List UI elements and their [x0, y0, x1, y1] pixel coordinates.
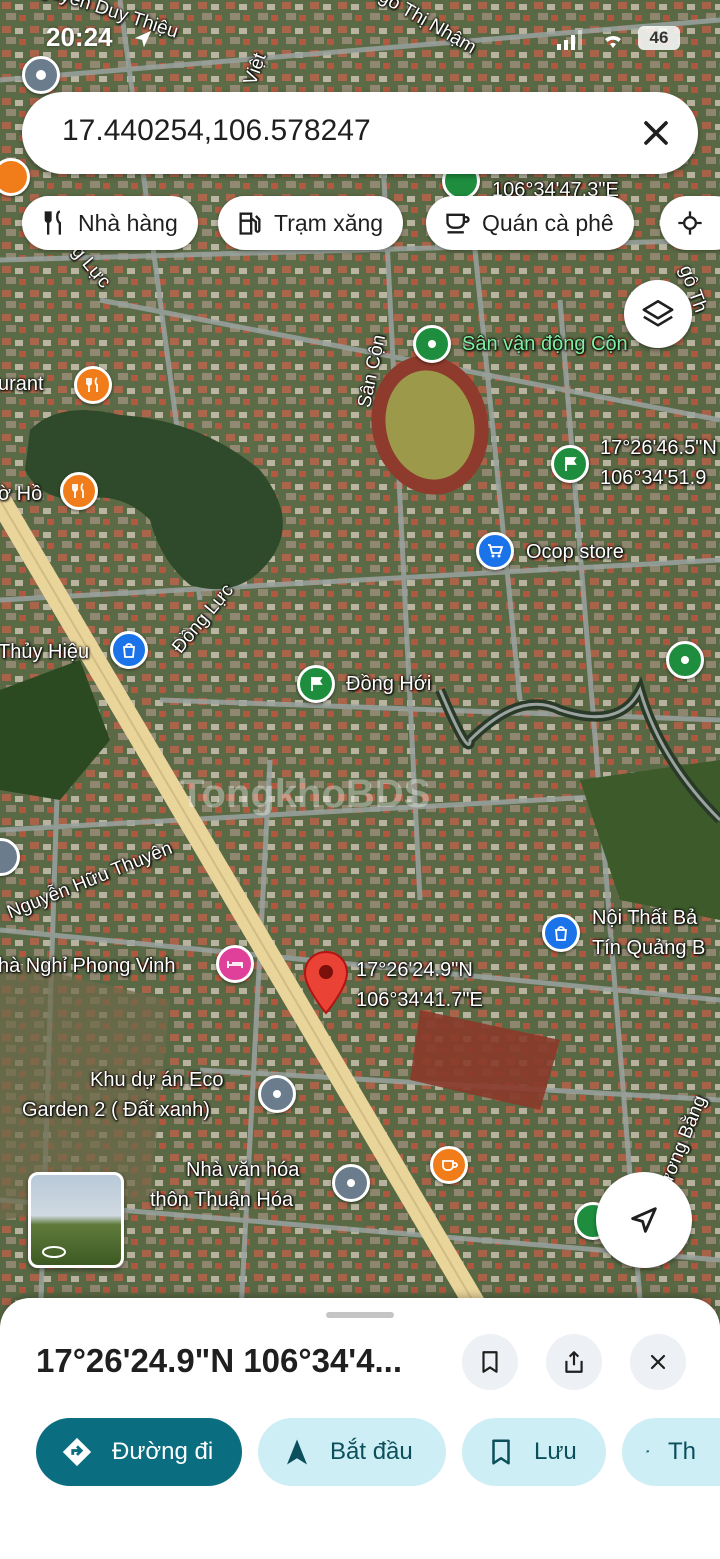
save-button[interactable]: Lưu: [462, 1418, 606, 1486]
shopping-bag-icon: [555, 926, 567, 941]
action-label: Lưu: [534, 1438, 577, 1465]
coffee-icon: [442, 1160, 458, 1171]
coffee-icon: [446, 213, 470, 234]
street-view-thumbnail[interactable]: [28, 1172, 124, 1268]
coord-label-lng: 106°34'51.9: [600, 467, 707, 489]
status-bar: 20:24 46: [0, 18, 720, 62]
start-button[interactable]: Bắt đầu: [258, 1418, 446, 1486]
status-time: 20:24: [46, 22, 113, 52]
restaurant-label: urant: [0, 373, 44, 395]
flag-icon: [311, 677, 323, 691]
dong-hoi-label: Đồng Hới: [346, 673, 432, 695]
ocop-pin[interactable]: [476, 532, 514, 570]
place-icon: [428, 340, 436, 348]
close-sheet-button[interactable]: [630, 1334, 686, 1390]
coord-label-lat: 17°26'46.5"N: [600, 437, 717, 459]
signal-icon: [557, 30, 582, 50]
noi-that-label-1: Nội Thất Bả: [592, 907, 698, 929]
chip-restaurants[interactable]: Nhà hàng: [22, 196, 198, 250]
stadium-label: Sân vận động Cộn: [462, 333, 628, 355]
shopping-cart-icon: [488, 544, 504, 558]
layers-icon: [642, 299, 674, 327]
place-icon: [273, 1090, 281, 1098]
chip-more[interactable]: [660, 196, 720, 250]
eco-label-1: Khu dự án Eco: [90, 1069, 224, 1091]
stadium-pin[interactable]: [413, 325, 451, 363]
directions-icon: [62, 1437, 92, 1467]
chip-label: Quán cà phê: [482, 209, 614, 236]
coord-pin-green[interactable]: [551, 445, 589, 483]
battery-indicator: 46: [638, 26, 680, 50]
my-location-button[interactable]: [596, 1172, 692, 1268]
restaurant-pin-2[interactable]: [74, 366, 112, 404]
nvh-pin[interactable]: [332, 1164, 370, 1202]
noi-that-label-2: Tín Quảng B: [592, 937, 706, 959]
action-label: Bắt đầu: [330, 1438, 413, 1465]
nvh-label-1: Nhà văn hóa: [186, 1159, 300, 1181]
cafe-pin[interactable]: [430, 1146, 468, 1184]
hotel-pin[interactable]: [216, 945, 254, 983]
phong-vinh-label: hà Nghỉ Phong Vinh: [0, 955, 176, 977]
flag-icon: [565, 457, 577, 471]
chip-coffee[interactable]: Quán cà phê: [426, 196, 634, 250]
attraction-icon: [678, 211, 702, 235]
wifi-icon: [605, 35, 621, 48]
street-view-360-icon: [42, 1246, 66, 1258]
close-icon[interactable]: [636, 113, 676, 153]
navigation-arrow-icon: [631, 1207, 657, 1233]
fork-knife-icon: [72, 483, 84, 498]
pin-lat-label: 17°26'24.9"N: [356, 959, 473, 981]
action-label: Đường đi: [112, 1438, 214, 1465]
save-icon-button[interactable]: [462, 1334, 518, 1390]
gas-station-icon: [239, 212, 261, 235]
watermark: TongkhoBDS: [180, 772, 431, 816]
search-query[interactable]: 17.440254,106.578247: [62, 114, 371, 148]
drag-handle[interactable]: [326, 1312, 394, 1318]
label-button[interactable]: Th: [622, 1418, 720, 1486]
share-button[interactable]: [546, 1334, 602, 1390]
place-bottom-sheet[interactable]: 17°26'24.9"N 106°34'4... Đường đi Bắt đầ…: [0, 1298, 720, 1559]
action-label: Th: [667, 1438, 696, 1465]
bed-icon: [227, 961, 243, 968]
search-bar[interactable]: 17.440254,106.578247: [22, 92, 698, 174]
thuy-hieu-label: Thủy Hiệu: [0, 641, 90, 663]
dong-hoi-pin[interactable]: [297, 665, 335, 703]
location-arrow-icon: [134, 30, 152, 48]
directions-button[interactable]: Đường đi: [36, 1418, 242, 1486]
place-icon: [347, 1179, 355, 1187]
nvh-label-2: thôn Thuận Hóa: [150, 1189, 294, 1211]
eco-label-2: Garden 2 ( Đất xanh): [22, 1099, 210, 1121]
fork-knife-icon: [86, 377, 98, 392]
shop-pin[interactable]: [110, 631, 148, 669]
bookmark-icon: [482, 1351, 498, 1373]
restaurant-pin-3[interactable]: [60, 472, 98, 510]
close-icon: [650, 1354, 666, 1370]
eco-pin[interactable]: [258, 1075, 296, 1113]
poi-pin-right-green[interactable]: [666, 641, 704, 679]
navigation-icon: [287, 1439, 307, 1465]
bookmark-icon: [492, 1439, 510, 1465]
chip-label: Trạm xăng: [274, 209, 384, 236]
shopping-bag-icon: [123, 643, 135, 658]
restaurant-icon: [44, 210, 61, 235]
ocop-label: Ocop store: [526, 541, 624, 563]
pin-lng-label: 106°34'41.7"E: [356, 989, 483, 1011]
place-icon: [681, 656, 689, 664]
share-icon: [565, 1351, 583, 1373]
flag-icon: [646, 1450, 650, 1454]
ho-label: ờ Hồ: [0, 483, 43, 505]
chip-label: Nhà hàng: [78, 209, 178, 236]
place-icon: [36, 70, 46, 80]
layers-button[interactable]: [624, 280, 692, 348]
dropped-pin-icon[interactable]: [302, 950, 350, 1016]
place-title: 17°26'24.9"N 106°34'4...: [36, 1342, 402, 1379]
chip-gas-stations[interactable]: Trạm xăng: [218, 196, 404, 250]
noi-that-pin[interactable]: [542, 914, 580, 952]
